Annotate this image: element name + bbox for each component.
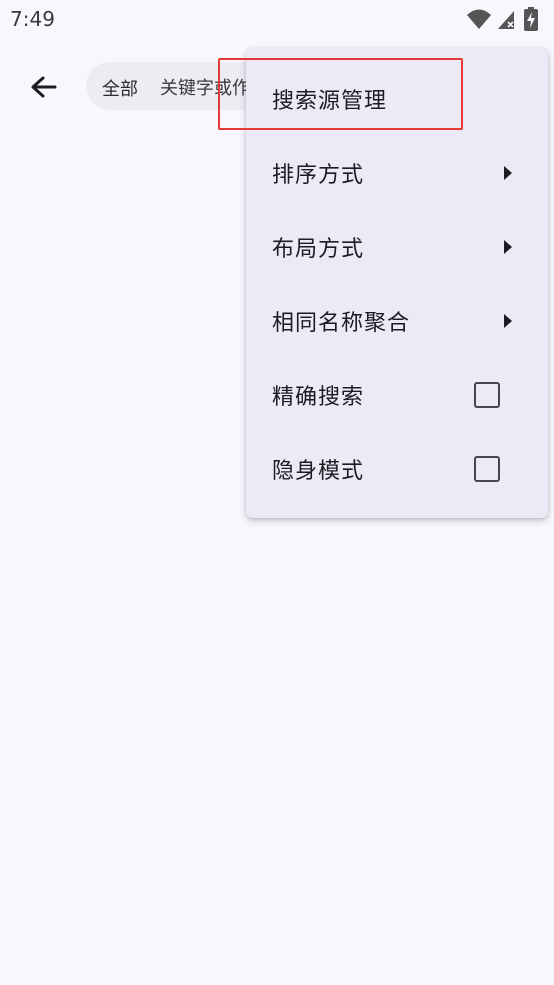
exact-search-checkbox[interactable] <box>474 382 500 408</box>
menu-item-same-name-aggregation[interactable]: 相同名称聚合 <box>246 284 548 358</box>
search-screen: 7:49 全部 关键字或作者 搜索源管理 排序方式 布局方式 相同名称聚合 精确… <box>0 0 554 985</box>
menu-item-exact-search[interactable]: 精确搜索 <box>246 358 548 432</box>
wifi-icon <box>467 9 491 29</box>
search-scope-label[interactable]: 全部 <box>102 75 138 101</box>
signal-icon <box>498 11 514 29</box>
arrow-left-icon <box>31 76 57 98</box>
menu-item-label: 排序方式 <box>272 163 365 188</box>
menu-item-sort-mode[interactable]: 排序方式 <box>246 136 548 210</box>
menu-item-incognito-mode[interactable]: 隐身模式 <box>246 432 548 506</box>
highlight-box <box>218 58 463 130</box>
battery-charging-icon <box>524 7 538 31</box>
incognito-mode-checkbox[interactable] <box>474 456 500 482</box>
back-button[interactable] <box>22 66 66 110</box>
status-icons <box>466 7 546 31</box>
menu-item-label: 精确搜索 <box>272 385 365 410</box>
menu-item-label: 布局方式 <box>272 237 365 262</box>
menu-item-layout-mode[interactable]: 布局方式 <box>246 210 548 284</box>
submenu-arrow-icon <box>504 240 512 254</box>
menu-item-label: 隐身模式 <box>272 459 365 484</box>
submenu-arrow-icon <box>504 314 512 328</box>
status-time: 7:49 <box>10 7 55 31</box>
menu-item-label: 相同名称聚合 <box>272 311 411 336</box>
status-bar: 7:49 <box>0 0 554 38</box>
submenu-arrow-icon <box>504 166 512 180</box>
